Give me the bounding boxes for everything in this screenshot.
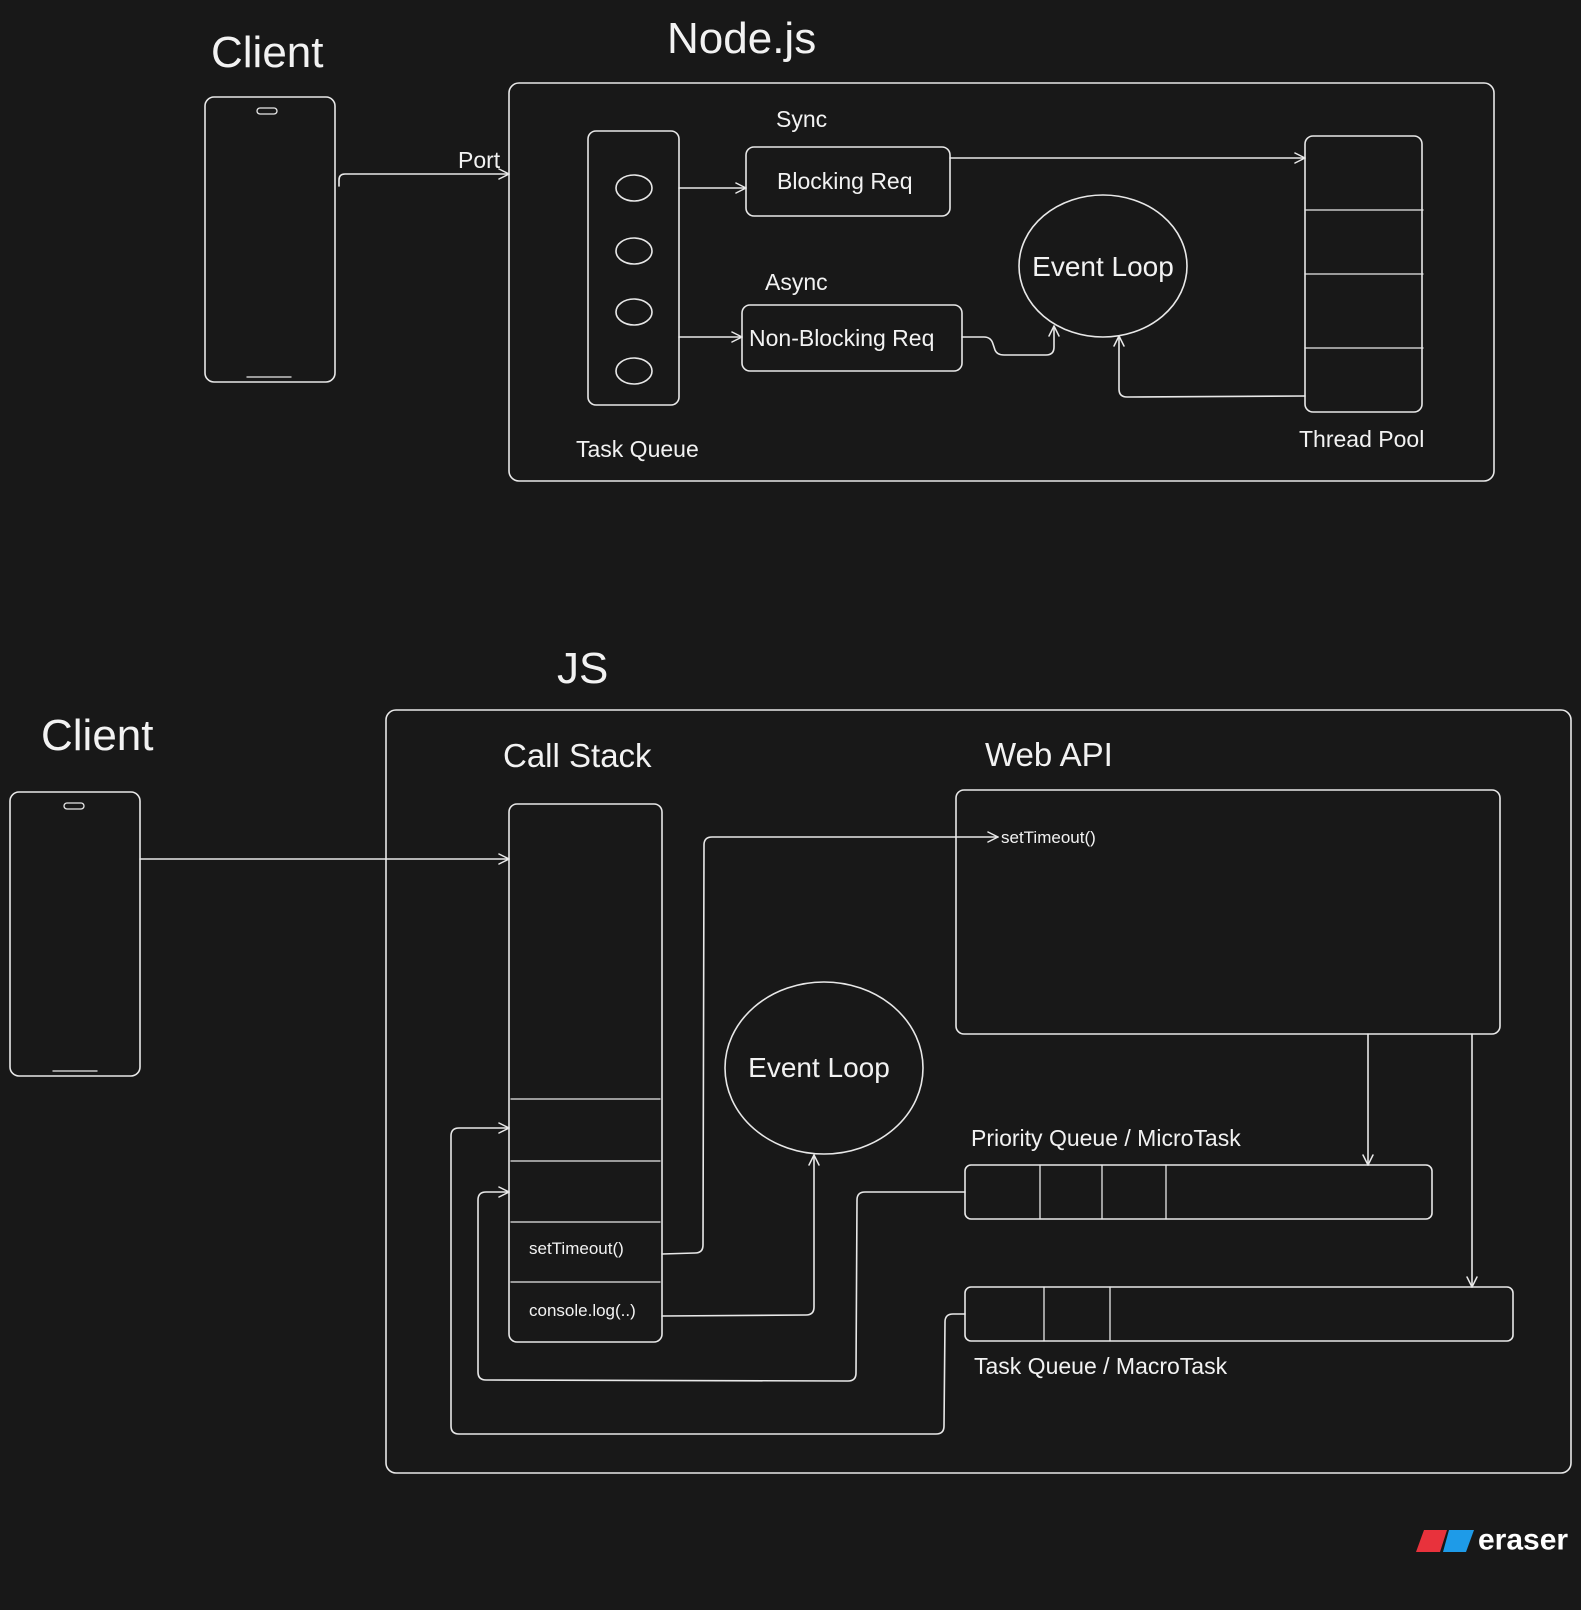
node-event-loop-label: Event Loop <box>1032 251 1174 282</box>
thread-pool-label: Thread Pool <box>1299 426 1424 452</box>
web-api-label: Web API <box>985 736 1113 773</box>
js-client-label: Client <box>41 711 154 760</box>
call-stack-item-settimeout: setTimeout() <box>529 1239 624 1258</box>
macro-task-queue-label: Task Queue / MacroTask <box>974 1353 1228 1379</box>
web-api-item-settimeout: setTimeout() <box>1001 828 1096 847</box>
threadpool-to-eventloop-arrow <box>1113 335 1306 398</box>
async-label: Async <box>765 269 828 295</box>
call-stack-item-console-log: console.log(..) <box>529 1301 636 1320</box>
call-stack <box>508 803 663 1343</box>
macro-task-queue <box>964 1286 1514 1342</box>
js-title: JS <box>557 644 608 693</box>
js-event-loop-label: Event Loop <box>748 1052 890 1083</box>
diagram-canvas: Client Node.js Port Task Queue Sync Bloc… <box>9 14 1572 1557</box>
non-blocking-req-label: Non-Blocking Req <box>749 325 934 351</box>
thread-pool <box>1304 135 1424 413</box>
nodejs-title: Node.js <box>667 14 816 63</box>
console-log-to-eventloop-arrow <box>661 1154 820 1317</box>
call-stack-label: Call Stack <box>503 737 652 774</box>
port-arrow <box>338 168 510 187</box>
priority-queue <box>964 1164 1433 1220</box>
node-task-queue-label: Task Queue <box>576 436 699 462</box>
eraser-brand-text: eraser <box>1478 1524 1568 1557</box>
macro-to-callstack-arrow <box>450 1122 966 1435</box>
eraser-logo-icon <box>1416 1530 1474 1552</box>
blocking-req-label: Blocking Req <box>777 168 913 194</box>
sync-label: Sync <box>776 106 827 132</box>
nodejs-container <box>508 82 1495 482</box>
port-label: Port <box>458 147 501 173</box>
node-task-queue <box>587 130 680 406</box>
priority-queue-label: Priority Queue / MicroTask <box>971 1125 1241 1151</box>
js-client-phone-icon <box>9 791 141 1077</box>
node-client-label: Client <box>211 28 324 77</box>
nonblocking-to-eventloop-arrow <box>961 325 1060 356</box>
web-api-box <box>955 789 1501 1035</box>
node-client-phone-icon <box>204 96 336 383</box>
priority-to-callstack-arrow <box>477 1186 966 1382</box>
